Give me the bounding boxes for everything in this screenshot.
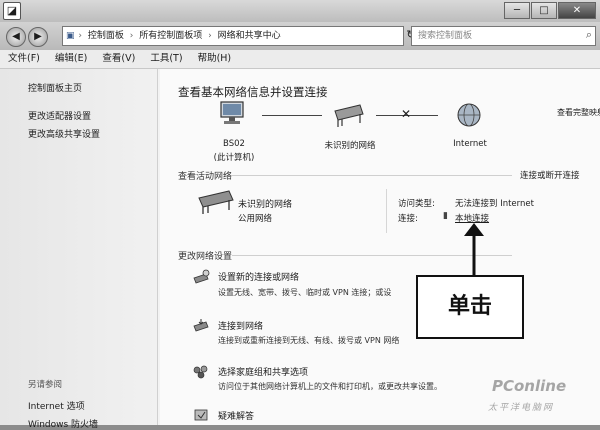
task-connect-network-link[interactable]: 连接到网络 [218,319,263,332]
watermark-logo: PConline 太平洋电脑网 [478,375,596,421]
computer-icon[interactable] [218,99,248,129]
menu-help[interactable]: 帮助(H) [198,53,232,64]
task-homegroup-link[interactable]: 选择家庭组和共享选项 [218,365,308,378]
map-node-network-label: 未识别的网络 [324,141,376,151]
task-new-connection-desc: 设置无线、宽带、拨号、临时或 VPN 连接；或设 [218,288,392,297]
section-divider [232,175,512,176]
task-homegroup-desc: 访问位于其他网络计算机上的文件和打印机，或更改共享设置。 [218,382,442,391]
forward-button[interactable]: ▶ [28,27,48,47]
breadcrumb-all-items[interactable]: 所有控制面板项 [139,31,202,41]
ethernet-icon: ▮ [443,211,448,221]
globe-icon[interactable] [456,102,482,128]
troubleshoot-icon [194,409,208,421]
map-node-computer-sub: (此计算机) [213,153,255,163]
task-new-connection-link[interactable]: 设置新的连接或网络 [218,270,299,283]
sidebar-advanced-sharing-link[interactable]: 更改高级共享设置 [28,127,100,140]
menu-file[interactable]: 文件(F) [8,53,40,64]
sidebar-firewall-link[interactable]: Windows 防火墙 [28,417,98,430]
details-divider [386,189,387,233]
search-icon[interactable]: ⌕ [586,28,592,42]
access-type-label: 访问类型: [398,199,435,209]
search-input[interactable]: 搜索控制面板 [418,27,472,45]
active-network-name: 未识别的网络 [238,200,293,210]
watermark-sub: 太平洋电脑网 [488,403,555,413]
window: ◪ ─ □ ✕ ◀ ▶ ▣ › 控制面板 › 所有控制面板项 › 网络和共享中心… [0,0,600,430]
active-network-type-link[interactable]: 公用网络 [238,212,272,224]
see-also-label: 另请参阅 [28,380,63,390]
sidebar-internet-options-link[interactable]: Internet 选项 [28,399,85,412]
sidebar-adapter-settings-link[interactable]: 更改适配器设置 [28,109,91,122]
breadcrumb-control-panel[interactable]: 控制面板 [88,31,124,41]
network-bench-icon[interactable] [332,101,366,129]
connections-label: 连接: [398,214,418,224]
menu-view[interactable]: 查看(V) [102,53,135,64]
active-networks-heading: 查看活动网络 [178,172,233,182]
page-title: 查看基本网络信息并设置连接 [178,85,328,99]
main-content: 查看基本网络信息并设置连接 查看完整映射 BS02 (此计算机) 未识别的网络 … [160,69,600,425]
window-app-icon[interactable]: ◪ [3,2,21,20]
map-node-internet-label: Internet [453,139,487,149]
map-link-line [262,115,322,116]
connect-network-icon [193,319,209,332]
change-settings-heading: 更改网络设置 [178,252,233,262]
callout-text: 单击 [447,294,492,319]
title-bar: ◪ ─ □ ✕ [0,0,600,22]
new-connection-icon [193,269,210,284]
maximize-button[interactable]: □ [531,2,557,19]
search-box[interactable]: 搜索控制面板 ⌕ [411,26,596,46]
connect-disconnect-link[interactable]: 连接或断开连接 [520,169,580,181]
homegroup-icon [193,365,208,379]
task-connect-network-desc: 连接到或重新连接到无线、有线、拨号或 VPN 网络 [218,336,400,345]
address-bar[interactable]: ▣ › 控制面板 › 所有控制面板项 › 网络和共享中心 [62,26,404,46]
menu-tools[interactable]: 工具(T) [150,53,182,64]
annotation-callout: 单击 [416,275,524,339]
menu-edit[interactable]: 编辑(E) [55,53,87,64]
map-node-computer-label: BS02 [223,139,245,149]
network-bench-icon [198,190,234,214]
left-pane: 控制面板主页 更改适配器设置 更改高级共享设置 另请参阅 Internet 选项… [0,69,158,430]
minimize-button[interactable]: ─ [504,2,530,19]
breadcrumb-network-center[interactable]: 网络和共享中心 [218,31,281,41]
annotation-arrow [464,223,484,276]
close-button[interactable]: ✕ [558,2,596,19]
task-troubleshoot-link[interactable]: 疑难解答 [218,409,254,422]
address-row: ◀ ▶ ▣ › 控制面板 › 所有控制面板项 › 网络和共享中心 ↻ 搜索控制面… [0,22,600,50]
menu-bar: 文件(F) 编辑(E) 查看(V) 工具(T) 帮助(H) [0,50,600,69]
full-map-link[interactable]: 查看完整映射 [557,107,600,118]
back-button[interactable]: ◀ [6,27,26,47]
sidebar-home-link[interactable]: 控制面板主页 [28,81,82,94]
breadcrumb-root-icon: ▣ [66,31,75,41]
access-type-value: 无法连接到 Internet [455,199,534,209]
window-controls: ─ □ ✕ [503,2,596,19]
watermark-brand: PConline [492,377,567,395]
broken-link-icon: ✕ [401,107,412,121]
